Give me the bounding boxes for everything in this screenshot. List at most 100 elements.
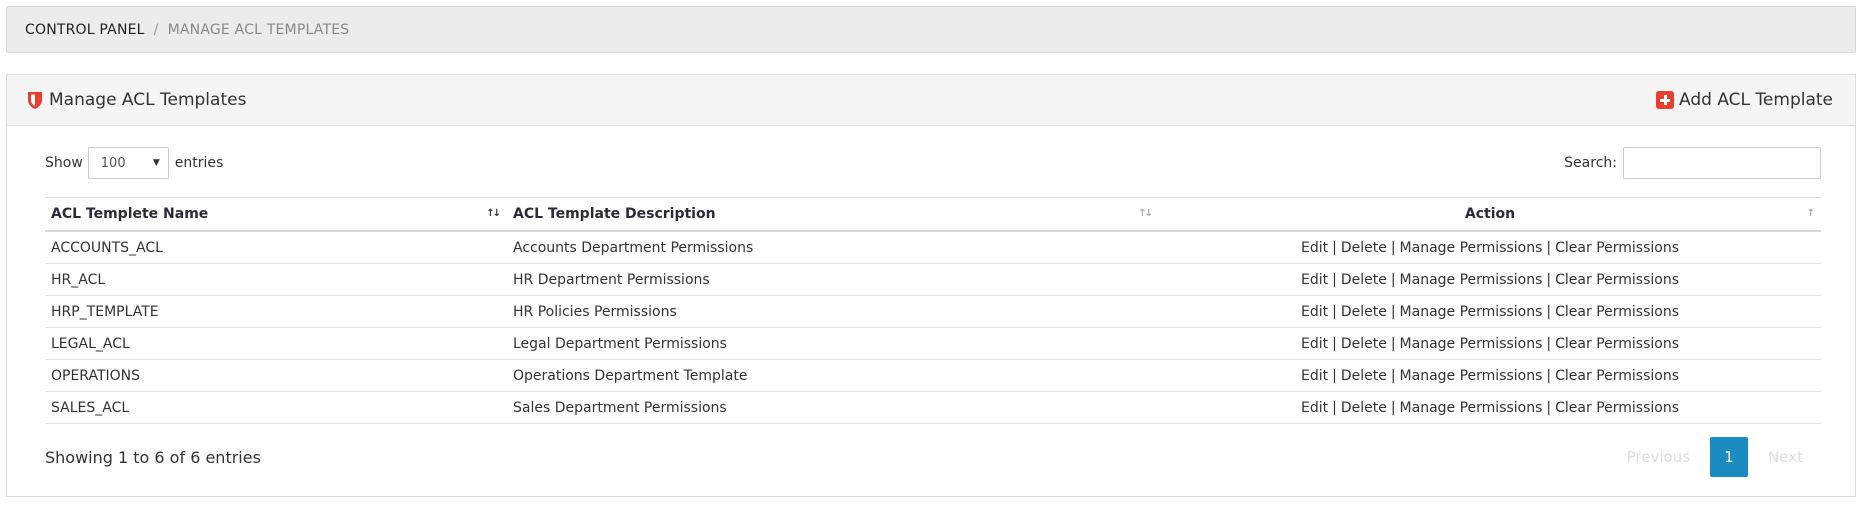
clear-permissions-link[interactable]: Clear Permissions: [1555, 240, 1679, 256]
delete-link[interactable]: Delete: [1341, 304, 1387, 320]
action-separator: |: [1390, 271, 1396, 288]
action-cell: Edit | Delete | Manage Permissions | Clear Per…: [1159, 391, 1821, 424]
table-header-row: ACL Templete Name ↑↓ ACL Template Descri…: [45, 197, 1821, 232]
table-row: SALES_ACL Sales Department Permissions Edi…: [45, 391, 1821, 424]
clear-permissions-link[interactable]: Clear Permissions: [1555, 400, 1679, 416]
edit-link[interactable]: Edit: [1301, 400, 1328, 416]
table-row: HR_ACL HR Department Permissions Edit | Dele…: [45, 263, 1821, 296]
manage-permissions-link[interactable]: Manage Permissions: [1400, 400, 1543, 416]
manage-permissions-link[interactable]: Manage Permissions: [1400, 368, 1543, 384]
action-separator: |: [1332, 271, 1337, 288]
action-separator: |: [1390, 303, 1396, 320]
pagination: Previous 1 Next: [1609, 437, 1821, 477]
clear-permissions-link[interactable]: Clear Permissions: [1555, 368, 1679, 384]
delete-link[interactable]: Delete: [1341, 336, 1387, 352]
manage-permissions-link[interactable]: Manage Permissions: [1400, 336, 1543, 352]
template-name-cell: LEGAL_ACL: [45, 327, 507, 360]
entries-per-page-select[interactable]: 100 ▼: [87, 147, 169, 179]
template-name-cell: OPERATIONS: [45, 359, 507, 392]
acl-templates-panel: Manage ACL Templates Add ACL Template Sh…: [6, 74, 1856, 497]
sort-both-icon: ↑↓: [1138, 208, 1153, 219]
page-1-button[interactable]: 1: [1710, 437, 1749, 477]
clear-permissions-link[interactable]: Clear Permissions: [1555, 336, 1679, 352]
table-row: HRP_TEMPLATE HR Policies Permissions Edit |…: [45, 295, 1821, 328]
column-header-description[interactable]: ACL Template Description ↑↓: [507, 197, 1159, 232]
template-name-cell: HR_ACL: [45, 263, 507, 296]
search-control: Search:: [1564, 147, 1821, 179]
add-acl-template-button[interactable]: Add ACL Template: [1656, 90, 1833, 110]
manage-permissions-link[interactable]: Manage Permissions: [1400, 272, 1543, 288]
table-body: ACCOUNTS_ACL Accounts Department Permissi…: [45, 231, 1821, 424]
clear-permissions-link[interactable]: Clear Permissions: [1555, 304, 1679, 320]
delete-link[interactable]: Delete: [1341, 400, 1387, 416]
manage-permissions-link[interactable]: Manage Permissions: [1400, 304, 1543, 320]
plus-square-icon: [1656, 91, 1675, 109]
action-separator: |: [1332, 303, 1337, 320]
search-input[interactable]: [1623, 147, 1821, 179]
template-description-cell: Sales Department Permissions: [507, 391, 1159, 424]
action-cell: Edit | Delete | Manage Permissions | Clear Per…: [1159, 359, 1821, 392]
column-header-name-label: ACL Templete Name: [51, 206, 209, 222]
action-separator: |: [1546, 239, 1552, 256]
table-row: OPERATIONS Operations Department Template…: [45, 359, 1821, 392]
previous-page-button[interactable]: Previous: [1609, 448, 1708, 466]
action-cell: Edit | Delete | Manage Permissions | Clear Per…: [1159, 263, 1821, 296]
table-row: ACCOUNTS_ACL Accounts Department Permissi…: [45, 231, 1821, 264]
action-separator: |: [1390, 399, 1396, 416]
edit-link[interactable]: Edit: [1301, 368, 1328, 384]
action-separator: |: [1332, 239, 1337, 256]
sort-both-icon: ↑↓: [486, 208, 501, 219]
action-separator: |: [1390, 367, 1396, 384]
table-info: Showing 1 to 6 of 6 entries: [45, 447, 261, 467]
show-label: Show: [45, 155, 83, 171]
action-separator: |: [1332, 335, 1337, 352]
template-description-cell: Operations Department Template: [507, 359, 1159, 392]
template-description-cell: HR Department Permissions: [507, 263, 1159, 296]
breadcrumb: CONTROL PANEL / MANAGE ACL TEMPLATES: [6, 6, 1856, 53]
breadcrumb-control-panel-link[interactable]: CONTROL PANEL: [25, 22, 145, 38]
action-separator: |: [1390, 239, 1396, 256]
delete-link[interactable]: Delete: [1341, 240, 1387, 256]
panel-title-text: Manage ACL Templates: [49, 90, 247, 110]
panel-header: Manage ACL Templates Add ACL Template: [7, 75, 1855, 126]
action-separator: |: [1546, 399, 1552, 416]
column-header-action-label: Action: [1464, 206, 1516, 222]
entries-length-control: Show 100 ▼ entries: [45, 147, 223, 179]
action-cell: Edit | Delete | Manage Permissions | Clear Per…: [1159, 327, 1821, 360]
edit-link[interactable]: Edit: [1301, 240, 1328, 256]
action-separator: |: [1332, 399, 1337, 416]
action-separator: |: [1546, 335, 1552, 352]
action-cell: Edit | Delete | Manage Permissions | Clear Per…: [1159, 231, 1821, 264]
column-header-name[interactable]: ACL Templete Name ↑↓: [45, 197, 507, 232]
next-page-button[interactable]: Next: [1750, 448, 1821, 466]
acl-templates-table: ACL Templete Name ↑↓ ACL Template Descri…: [45, 197, 1821, 424]
edit-link[interactable]: Edit: [1301, 272, 1328, 288]
template-name-cell: SALES_ACL: [45, 391, 507, 424]
breadcrumb-separator: /: [153, 21, 159, 38]
delete-link[interactable]: Delete: [1341, 272, 1387, 288]
delete-link[interactable]: Delete: [1341, 368, 1387, 384]
search-label: Search:: [1564, 155, 1617, 171]
edit-link[interactable]: Edit: [1301, 336, 1328, 352]
action-separator: |: [1332, 367, 1337, 384]
edit-link[interactable]: Edit: [1301, 304, 1328, 320]
add-acl-template-label: Add ACL Template: [1679, 90, 1833, 110]
sort-up-icon: ↑: [1806, 208, 1816, 219]
action-separator: |: [1390, 335, 1396, 352]
template-description-cell: Accounts Department Permissions: [507, 231, 1159, 264]
template-name-cell: HRP_TEMPLATE: [45, 295, 507, 328]
template-name-cell: ACCOUNTS_ACL: [45, 231, 507, 264]
action-cell: Edit | Delete | Manage Permissions | Clear Per…: [1159, 295, 1821, 328]
entries-label: entries: [174, 155, 224, 171]
breadcrumb-current: MANAGE ACL TEMPLATES: [167, 21, 350, 38]
action-separator: |: [1546, 271, 1552, 288]
panel-title: Manage ACL Templates: [27, 90, 246, 110]
table-row: LEGAL_ACL Legal Department Permissions Edi…: [45, 327, 1821, 360]
table-footer: Showing 1 to 6 of 6 entries Previous 1 N…: [45, 437, 1821, 477]
clear-permissions-link[interactable]: Clear Permissions: [1555, 272, 1679, 288]
column-header-action[interactable]: Action ↑: [1159, 197, 1821, 232]
entries-per-page-value: 100: [100, 155, 126, 171]
action-separator: |: [1546, 367, 1552, 384]
chevron-down-icon: ▼: [152, 158, 160, 168]
manage-permissions-link[interactable]: Manage Permissions: [1400, 240, 1543, 256]
